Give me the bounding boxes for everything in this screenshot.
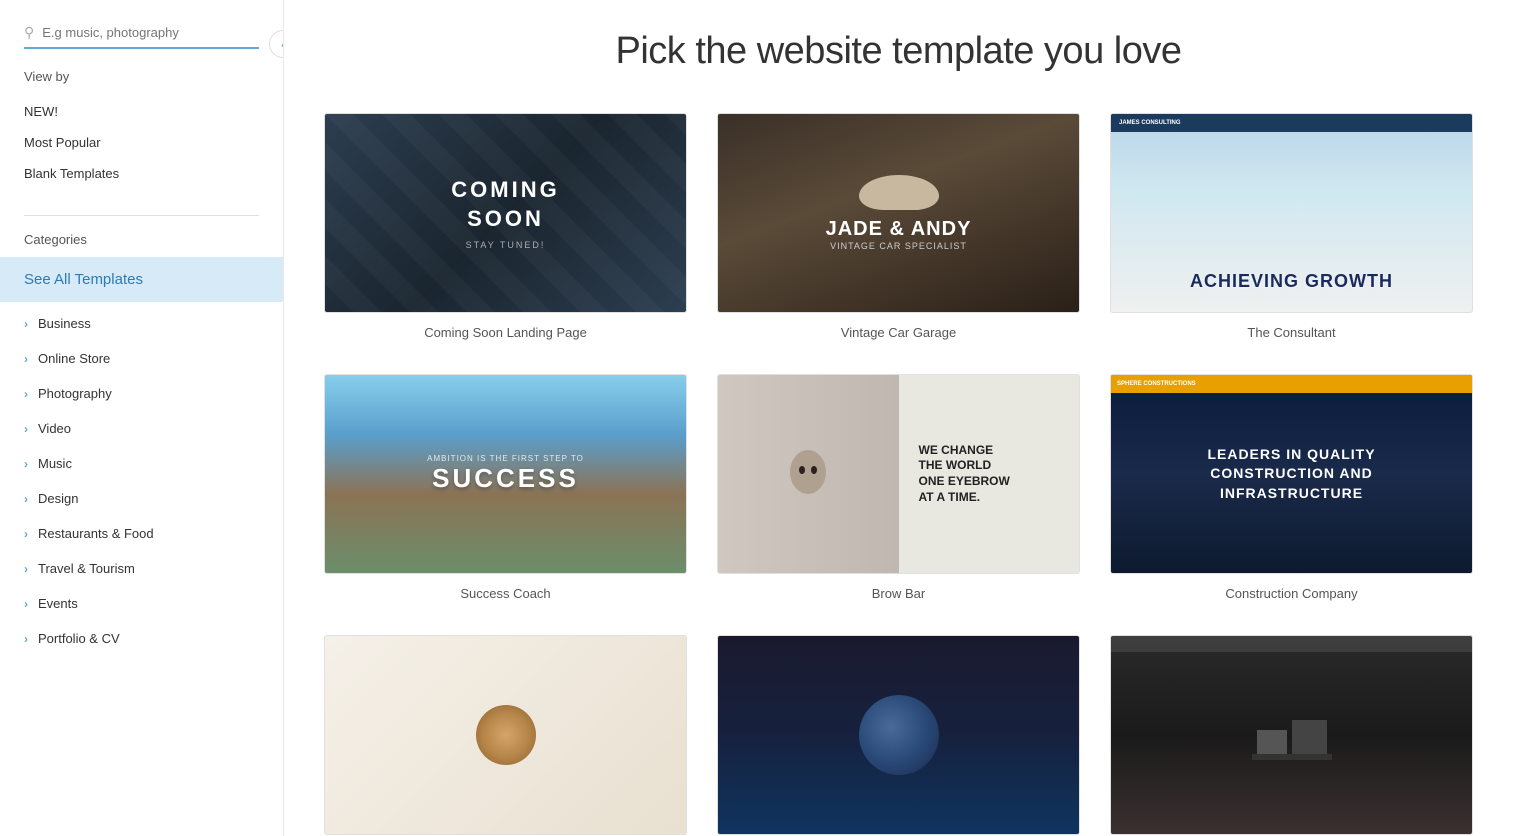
template-preview-text: WE CHANGETHE WORLDONE EYEBROWAT A TIME. [919,443,1060,505]
search-container: ⚲ [24,24,259,49]
template-card-brow-bar[interactable]: WE CHANGETHE WORLDONE EYEBROWAT A TIME. … [717,374,1080,605]
category-label-music: Music [38,456,72,471]
category-label-travel-tourism: Travel & Tourism [38,561,135,576]
food-plate-shape [476,705,536,765]
template-name-success-coach: Success Coach [324,586,687,605]
template-card-space[interactable] [717,635,1080,836]
template-thumbnail-vintage-car: JADE & ANDY VINTAGE CAR SPECIALIST [717,113,1080,313]
template-thumbnail-dark-room [1110,635,1473,835]
sidebar-item-video[interactable]: › Video [0,411,283,446]
page-title: Pick the website template you love [324,30,1473,73]
template-thumbnail-brow-bar: WE CHANGETHE WORLDONE EYEBROWAT A TIME. [717,374,1080,574]
sidebar-item-blank-templates[interactable]: Blank Templates [24,158,259,189]
chevron-right-icon: › [24,597,28,611]
chevron-left-icon: ‹ [281,37,284,52]
sidebar-item-events[interactable]: › Events [0,586,283,621]
chevron-right-icon: › [24,457,28,471]
construction-logo: SPHERE CONSTRUCTIONS [1117,381,1196,387]
template-thumbnail-construction: SPHERE CONSTRUCTIONS LEADERS IN QUALITYC… [1110,374,1473,574]
template-card-success-coach[interactable]: AMBITION IS THE FIRST STEP TO SUCCESS Su… [324,374,687,605]
category-label-photography: Photography [38,386,112,401]
search-input[interactable] [42,25,259,40]
template-name-construction: Construction Company [1110,586,1473,605]
chevron-right-icon: › [24,492,28,506]
construction-nav: SPHERE CONSTRUCTIONS [1111,375,1472,393]
category-label-restaurants-food: Restaurants & Food [38,526,154,541]
main-content: Pick the website template you love COMIN… [284,0,1513,836]
sidebar-item-restaurants-food[interactable]: › Restaurants & Food [0,516,283,551]
brow-bar-face [718,375,899,573]
template-card-coming-soon[interactable]: COMINGSOON STAY TUNED! Coming Soon Landi… [324,113,687,344]
chevron-right-icon: › [24,527,28,541]
template-preview-text: ACHIEVING GROWTH [1190,271,1393,292]
template-thumbnail-success: AMBITION IS THE FIRST STEP TO SUCCESS [324,374,687,574]
sidebar-collapse-button[interactable]: ‹ [269,30,284,58]
chevron-right-icon: › [24,422,28,436]
template-preview-text: COMINGSOON [451,176,559,233]
category-label-design: Design [38,491,78,506]
category-label-business: Business [38,316,91,331]
template-preview-subtext: VINTAGE CAR SPECIALIST [830,241,967,251]
brow-bar-text-panel: WE CHANGETHE WORLDONE EYEBROWAT A TIME. [899,375,1080,573]
dark-room-nav [1111,636,1472,652]
template-thumbnail-consultant: JAMES CONSULTING ACHIEVING GROWTH [1110,113,1473,313]
template-preview-subtext: AMBITION IS THE FIRST STEP TO [427,454,584,463]
see-all-templates-item[interactable]: See All Templates [0,257,283,302]
template-preview-text: LEADERS IN QUALITYCONSTRUCTION ANDINFRAS… [1207,445,1375,504]
chevron-right-icon: › [24,352,28,366]
chevron-right-icon: › [24,387,28,401]
template-card-consultant[interactable]: JAMES CONSULTING ACHIEVING GROWTH The Co… [1110,113,1473,344]
search-icon: ⚲ [24,24,34,41]
sidebar-item-new[interactable]: NEW! [24,96,259,127]
category-label-video: Video [38,421,71,436]
template-preview-subtext: STAY TUNED! [466,240,546,250]
room-silhouette [1252,710,1332,760]
view-by-label: View by [24,69,259,84]
view-by-section: View by NEW! Most Popular Blank Template… [0,69,283,189]
template-thumbnail-food [324,635,687,835]
sidebar-item-portfolio-cv[interactable]: › Portfolio & CV [0,621,283,656]
chevron-right-icon: › [24,317,28,331]
category-label-portfolio-cv: Portfolio & CV [38,631,120,646]
categories-label: Categories [0,232,283,247]
template-name-coming-soon: Coming Soon Landing Page [324,325,687,344]
templates-grid: COMINGSOON STAY TUNED! Coming Soon Landi… [324,113,1473,836]
category-label-online-store: Online Store [38,351,110,366]
sidebar-item-most-popular[interactable]: Most Popular [24,127,259,158]
sidebar-item-photography[interactable]: › Photography [0,376,283,411]
sidebar-item-travel-tourism[interactable]: › Travel & Tourism [0,551,283,586]
space-circle-shape [859,695,939,775]
face-silhouette [788,444,828,504]
template-card-vintage-car[interactable]: JADE & ANDY VINTAGE CAR SPECIALIST Vinta… [717,113,1080,344]
sidebar-item-online-store[interactable]: › Online Store [0,341,283,376]
template-card-dark-room[interactable] [1110,635,1473,836]
template-preview-title: JADE & ANDY [826,218,972,241]
template-card-construction[interactable]: SPHERE CONSTRUCTIONS LEADERS IN QUALITYC… [1110,374,1473,605]
template-thumbnail-coming-soon: COMINGSOON STAY TUNED! [324,113,687,313]
sidebar-item-music[interactable]: › Music [0,446,283,481]
template-name-brow-bar: Brow Bar [717,586,1080,605]
sidebar-item-design[interactable]: › Design [0,481,283,516]
template-name-consultant: The Consultant [1110,325,1473,344]
sidebar-divider [24,215,259,216]
consultant-nav: JAMES CONSULTING [1111,114,1472,132]
chevron-right-icon: › [24,632,28,646]
sidebar: ‹ ⚲ View by NEW! Most Popular Blank Temp… [0,0,284,836]
category-label-events: Events [38,596,78,611]
template-thumbnail-space [717,635,1080,835]
sidebar-item-business[interactable]: › Business [0,306,283,341]
template-name-vintage-car: Vintage Car Garage [717,325,1080,344]
car-shape [859,175,939,210]
chevron-right-icon: › [24,562,28,576]
template-preview-text: SUCCESS [432,463,579,494]
consultant-logo: JAMES CONSULTING [1119,120,1181,126]
template-card-food[interactable] [324,635,687,836]
